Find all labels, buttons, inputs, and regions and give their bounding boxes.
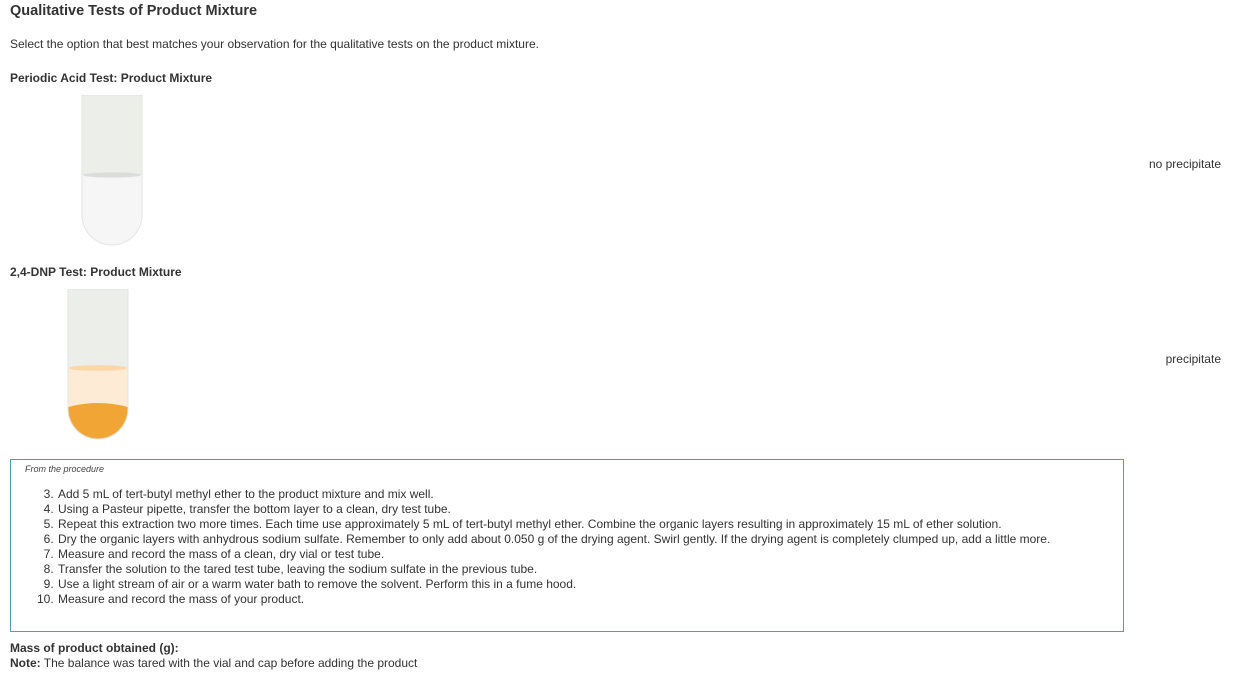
note-text: The balance was tared with the vial and … bbox=[40, 656, 418, 670]
instructions-text: Select the option that best matches your… bbox=[10, 37, 539, 51]
procedure-step: Dry the organic layers with anhydrous so… bbox=[57, 532, 1050, 547]
mass-label: Mass of product obtained (g): bbox=[10, 641, 179, 655]
procedure-step: Transfer the solution to the tared test … bbox=[57, 562, 1050, 577]
periodic-acid-observation-option[interactable]: no precipitate bbox=[1149, 157, 1221, 171]
periodic-acid-test-tube bbox=[80, 95, 144, 247]
dnp-observation-option[interactable]: precipitate bbox=[1166, 352, 1221, 366]
procedure-step: Using a Pasteur pipette, transfer the bo… bbox=[57, 502, 1050, 517]
procedure-box: From the procedure Add 5 mL of tert-buty… bbox=[10, 459, 1124, 632]
procedure-heading: From the procedure bbox=[25, 464, 105, 474]
dnp-test-heading: 2,4-DNP Test: Product Mixture bbox=[10, 265, 182, 279]
procedure-step: Measure and record the mass of your prod… bbox=[57, 592, 1050, 607]
procedure-step: Measure and record the mass of a clean, … bbox=[57, 547, 1050, 562]
procedure-step: Use a light stream of air or a warm wate… bbox=[57, 577, 1050, 592]
note-label: Note: bbox=[10, 656, 41, 670]
procedure-step: Add 5 mL of tert-butyl methyl ether to t… bbox=[57, 487, 1050, 502]
periodic-acid-test-heading: Periodic Acid Test: Product Mixture bbox=[10, 71, 213, 85]
mass-note: Note: The balance was tared with the via… bbox=[10, 656, 417, 670]
page-title: Qualitative Tests of Product Mixture bbox=[10, 3, 258, 19]
procedure-steps-list: Add 5 mL of tert-butyl methyl ether to t… bbox=[35, 487, 1050, 607]
procedure-step: Repeat this extraction two more times. E… bbox=[57, 517, 1050, 532]
dnp-test-tube bbox=[66, 289, 130, 441]
